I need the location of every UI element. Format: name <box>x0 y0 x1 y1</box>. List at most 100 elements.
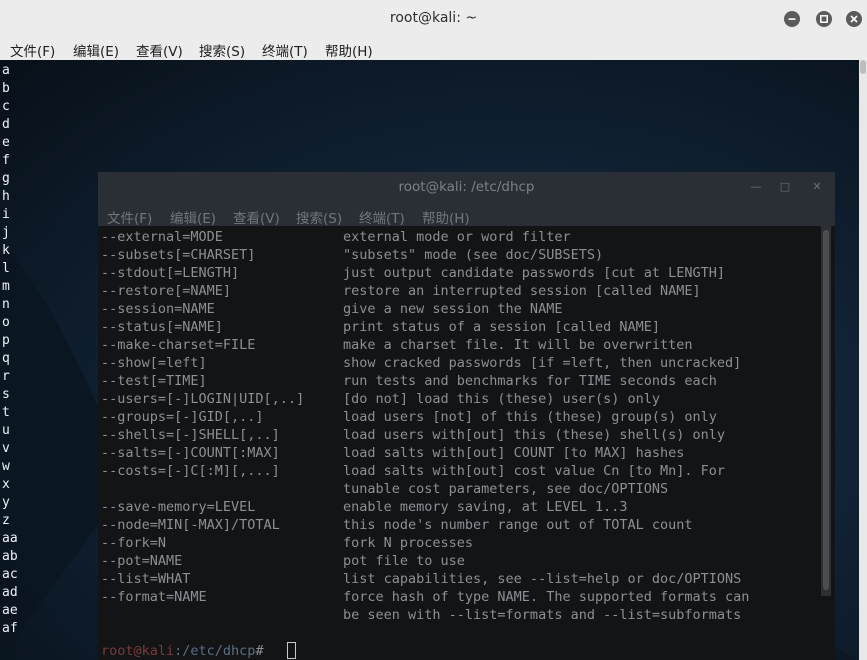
option-flag: --fork=N <box>101 535 167 551</box>
option-desc: fork N processes <box>343 535 474 551</box>
output-line: ad <box>2 585 18 600</box>
output-line: l <box>2 261 10 276</box>
option-flag: --session=NAME <box>101 301 215 317</box>
output-line: m <box>2 279 10 294</box>
output-line: r <box>2 369 10 384</box>
menu-search[interactable]: 搜索(S) <box>199 40 245 60</box>
option-flag: --show[=left] <box>101 355 207 371</box>
minimize-icon <box>788 18 796 20</box>
inner-window-title: root@kali: /etc/dhcp <box>398 179 535 195</box>
output-line: h <box>2 189 10 204</box>
option-desc: be seen with --list=formats and --list=s… <box>343 607 742 623</box>
option-flag: --node=MIN[-MAX]/TOTAL <box>101 517 280 533</box>
output-line: s <box>2 387 10 402</box>
inner-scrollbar-thumb[interactable] <box>823 230 829 590</box>
close-icon <box>850 15 858 23</box>
output-line: n <box>2 297 10 312</box>
output-line: o <box>2 315 10 330</box>
output-line: z <box>2 513 10 528</box>
option-desc: external mode or word filter <box>343 229 571 245</box>
output-line: t <box>2 405 10 420</box>
option-desc: show cracked passwords [if =left, then u… <box>343 355 742 371</box>
option-desc: [do not] load this (these) user(s) only <box>343 391 660 407</box>
output-line: k <box>2 243 10 258</box>
option-desc: load users with[out] this (these) shell(… <box>343 427 726 443</box>
window-title: root@kali: ~ <box>389 10 478 26</box>
output-line: c <box>2 99 10 114</box>
option-flag: --shells=[-]SHELL[,..] <box>101 427 280 443</box>
inner-scrollbar[interactable] <box>821 226 831 596</box>
prompt-user: root@kali <box>101 643 175 659</box>
inner-menu-help[interactable]: 帮助(H) <box>422 207 470 227</box>
inner-menu-bar: 文件(F) 编辑(E) 查看(V) 搜索(S) 终端(T) 帮助(H) <box>98 204 835 227</box>
terminal-window-dhcp[interactable]: root@kali: /etc/dhcp — □ ✕ 文件(F) 编辑(E) 查… <box>98 172 835 660</box>
text-cursor[interactable] <box>287 642 296 659</box>
option-flag: --list=WHAT <box>101 571 191 587</box>
output-lines: a b c d e f g h i j k l m n o p q r s t … <box>2 62 18 638</box>
maximize-icon <box>820 15 828 23</box>
menu-view[interactable]: 查看(V) <box>136 40 183 60</box>
output-line: aa <box>2 531 18 546</box>
option-desc: load salts with[out] COUNT [to MAX] hash… <box>343 445 685 461</box>
option-desc: enable memory saving, at LEVEL 1..3 <box>343 499 628 515</box>
option-desc: this node's number range out of TOTAL co… <box>343 517 693 533</box>
option-desc: pot file to use <box>343 553 465 569</box>
option-desc: make a charset file. It will be overwrit… <box>343 337 693 353</box>
menu-file[interactable]: 文件(F) <box>10 40 55 60</box>
option-flag: --users=[-]LOGIN|UID[,..] <box>101 391 305 407</box>
inner-menu-file[interactable]: 文件(F) <box>107 207 152 227</box>
option-flag: --external=MODE <box>101 229 223 245</box>
output-line: f <box>2 153 10 168</box>
output-line: p <box>2 333 10 348</box>
scrollbar[interactable] <box>859 60 867 660</box>
menu-help[interactable]: 帮助(H) <box>325 40 373 60</box>
option-flag: --costs=[-]C[:M][,...] <box>101 463 280 479</box>
output-line: ab <box>2 549 18 564</box>
inner-menu-search[interactable]: 搜索(S) <box>296 207 342 227</box>
inner-close-icon[interactable]: ✕ <box>810 180 824 194</box>
option-flag: --subsets[=CHARSET] <box>101 247 256 263</box>
close-button[interactable] <box>846 11 862 27</box>
option-desc: force hash of type NAME. The supported f… <box>343 589 750 605</box>
prompt-symbol: # <box>255 643 272 659</box>
output-line: af <box>2 621 18 636</box>
option-desc: list capabilities, see --list=help or do… <box>343 571 742 587</box>
option-desc: just output candidate passwords [cut at … <box>343 265 726 281</box>
inner-menu-view[interactable]: 查看(V) <box>233 207 280 227</box>
option-flag: --restore[=NAME] <box>101 283 232 299</box>
output-line: a <box>2 63 10 78</box>
output-line: x <box>2 477 10 492</box>
option-flag: --groups=[-]GID[,..] <box>101 409 264 425</box>
option-flag: --salts=[-]COUNT[:MAX] <box>101 445 280 461</box>
option-desc: load users [not] of this (these) group(s… <box>343 409 717 425</box>
option-desc: "subsets" mode (see doc/SUBSETS) <box>343 247 604 263</box>
option-flag: --save-memory=LEVEL <box>101 499 256 515</box>
inner-maximize-icon[interactable]: □ <box>778 180 792 194</box>
title-bar[interactable]: root@kali: ~ <box>0 0 867 39</box>
output-line: ac <box>2 567 18 582</box>
output-line: u <box>2 423 10 438</box>
option-desc: restore an interrupted session [called N… <box>343 283 701 299</box>
output-line: e <box>2 135 10 150</box>
menu-bar: 文件(F) 编辑(E) 查看(V) 搜索(S) 终端(T) 帮助(H) <box>0 38 867 60</box>
menu-terminal[interactable]: 终端(T) <box>262 40 308 60</box>
shell-prompt: root@kali:/etc/dhcp# <box>101 642 272 660</box>
option-flag: --status[=NAME] <box>101 319 223 335</box>
menu-edit[interactable]: 编辑(E) <box>73 40 119 60</box>
inner-title-bar[interactable]: root@kali: /etc/dhcp — □ ✕ <box>98 172 835 204</box>
minimize-button[interactable] <box>784 11 800 27</box>
scrollbar-thumb[interactable] <box>860 60 866 74</box>
output-line: b <box>2 81 10 96</box>
output-line: d <box>2 117 10 132</box>
inner-menu-edit[interactable]: 编辑(E) <box>170 207 216 227</box>
option-desc: tunable cost parameters, see doc/OPTIONS <box>343 481 669 497</box>
inner-menu-terminal[interactable]: 终端(T) <box>359 207 405 227</box>
option-desc: print status of a session [called NAME] <box>343 319 660 335</box>
inner-minimize-icon[interactable]: — <box>749 180 763 194</box>
option-flag: --pot=NAME <box>101 553 183 569</box>
output-line: y <box>2 495 10 510</box>
output-line: ae <box>2 603 18 618</box>
option-desc: run tests and benchmarks for TIME second… <box>343 373 717 389</box>
option-desc: give a new session the NAME <box>343 301 563 317</box>
maximize-button[interactable] <box>816 11 832 27</box>
